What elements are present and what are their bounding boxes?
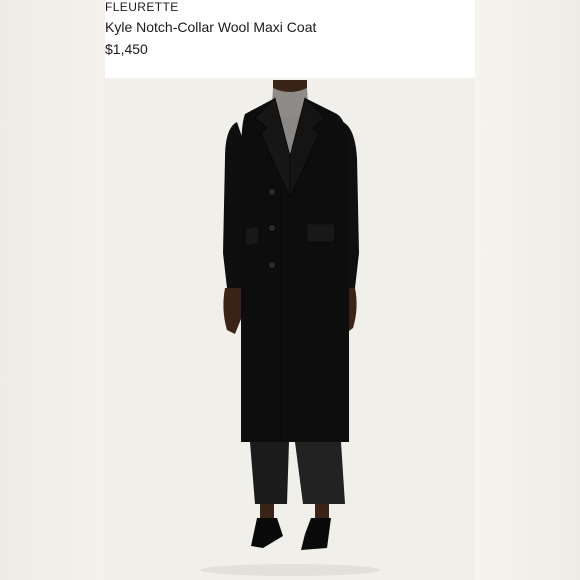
model-wearing-coat-illustration	[105, 78, 475, 580]
product-title[interactable]: Kyle Notch-Collar Wool Maxi Coat	[105, 18, 316, 36]
product-photo[interactable]	[105, 78, 475, 580]
trouser-right-leg	[295, 442, 345, 504]
product-price: $1,450	[105, 41, 148, 57]
coat-button-1	[268, 188, 276, 196]
coat-right-pocket-flap	[306, 223, 336, 243]
coat-button-3	[268, 261, 276, 269]
right-background-panel	[475, 0, 580, 580]
trouser-left-leg	[250, 442, 289, 504]
coat-left-pocket-flap	[244, 225, 260, 247]
brand-name: FLEURETTE	[105, 0, 179, 14]
left-background-panel	[0, 0, 105, 580]
floor-shadow	[200, 564, 380, 576]
coat-button-2	[268, 224, 276, 232]
product-card[interactable]: FLEURETTE Kyle Notch-Collar Wool Maxi Co…	[105, 0, 475, 580]
